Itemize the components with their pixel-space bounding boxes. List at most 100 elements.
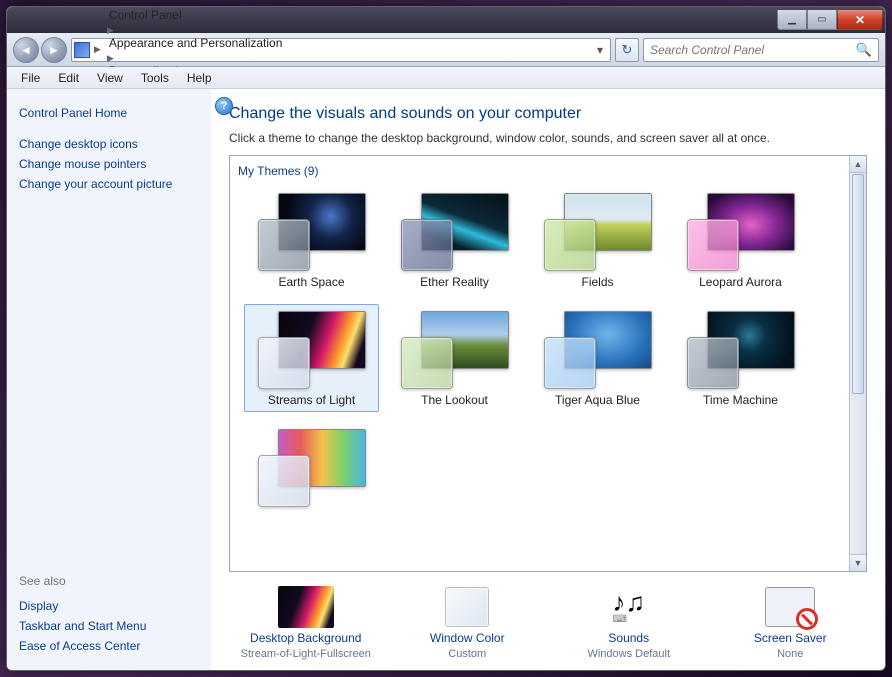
control-panel-home-link[interactable]: Control Panel Home [19,103,199,130]
theme-label: Time Machine [703,393,778,407]
main-panel: Change the visuals and sounds on your co… [211,89,885,670]
sidebar-link-change-your-account-picture[interactable]: Change your account picture [19,174,199,194]
setting-sounds[interactable]: ♪♫⌨ Sounds Windows Default [559,586,699,660]
chevron-icon: ▶ [105,25,116,35]
theme-thumbnail [401,193,509,271]
theme-thumbnail [401,311,509,389]
theme-label: Earth Space [278,275,344,289]
breadcrumb-appearance-and-personalization[interactable]: Appearance and Personalization [105,36,286,50]
back-button[interactable]: ◄ [13,37,39,63]
theme-thumbnail [687,311,795,389]
minimize-button[interactable]: ▁ [777,10,807,30]
search-input[interactable] [650,43,856,57]
theme-label: Fields [581,275,613,289]
window-color-preview [401,337,453,389]
window-color-preview [401,219,453,271]
sounds-icon: ♪♫⌨ [601,586,657,628]
breadcrumb-control-panel[interactable]: Control Panel [105,8,286,22]
setting-value: Custom [448,648,486,660]
see-also-taskbar-and-start-menu[interactable]: Taskbar and Start Menu [19,616,199,636]
content-body: ? Control Panel Home Change desktop icon… [7,89,885,670]
help-icon: ? [221,100,228,112]
theme-ether-reality[interactable]: Ether Reality [387,186,522,294]
close-button[interactable]: ✕ [837,10,883,30]
window-color-preview [544,337,596,389]
sidebar: ? Control Panel Home Change desktop icon… [7,89,211,670]
sidebar-link-change-mouse-pointers[interactable]: Change mouse pointers [19,154,199,174]
chevron-icon: ▶ [105,53,116,63]
theme-leopard-aurora[interactable]: Leopard Aurora [673,186,808,294]
refresh-button[interactable]: ↻ [615,38,639,62]
theme-thumbnail [544,311,652,389]
help-button[interactable]: ? [215,97,233,115]
back-icon: ◄ [20,43,32,57]
page-title: Change the visuals and sounds on your co… [229,105,867,123]
theme-time-machine[interactable]: Time Machine [673,304,808,412]
theme-thumbnail [258,311,366,389]
themes-frame: My Themes (9) Earth Space Ether Reality Fi… [229,155,867,572]
setting-label: Sounds [608,631,649,645]
theme-label: Streams of Light [268,393,355,407]
bg-icon [278,586,334,628]
see-also-ease-of-access-center[interactable]: Ease of Access Center [19,636,199,656]
menu-tools[interactable]: Tools [133,69,177,87]
theme-thumbnail [258,193,366,271]
setting-label: Screen Saver [754,631,827,645]
theme-fields[interactable]: Fields [530,186,665,294]
theme-label: Ether Reality [420,275,489,289]
menu-file[interactable]: File [13,69,48,87]
theme-earth-space[interactable]: Earth Space [244,186,379,294]
window-color-preview [258,455,310,507]
theme-label: The Lookout [421,393,488,407]
theme-thumbnail [258,429,366,507]
see-also-heading: See also [19,571,199,592]
theme-untitled[interactable] [244,422,379,516]
scroll-down-button[interactable]: ▼ [850,554,866,571]
search-icon: 🔍 [856,42,872,58]
menu-edit[interactable]: Edit [50,69,87,87]
address-dropdown[interactable]: ▾ [592,43,608,57]
scrollbar[interactable]: ▲ ▼ [849,156,866,571]
page-subtitle: Click a theme to change the desktop back… [229,131,867,145]
theme-the-lookout[interactable]: The Lookout [387,304,522,412]
theme-tiger-aqua-blue[interactable]: Tiger Aqua Blue [530,304,665,412]
setting-label: Window Color [430,631,505,645]
personalization-window: ▁ ▭ ✕ ◄ ► ▶ Control Panel▶Appearance and… [6,6,886,671]
setting-desktop-background[interactable]: Desktop BackgroundStream-of-Light-Fullsc… [236,586,376,660]
setting-value: Windows Default [587,648,670,660]
theme-streams-of-light[interactable]: Streams of Light [244,304,379,412]
scroll-thumb[interactable] [852,174,864,394]
setting-window-color[interactable]: Window Color Custom [397,586,537,660]
navigation-bar: ◄ ► ▶ Control Panel▶Appearance and Perso… [7,33,885,67]
minimize-icon: ▁ [788,14,796,25]
window-color-preview [258,219,310,271]
saver-icon [762,586,818,628]
close-icon: ✕ [855,13,865,27]
sidebar-link-change-desktop-icons[interactable]: Change desktop icons [19,134,199,154]
address-bar[interactable]: ▶ Control Panel▶Appearance and Personali… [71,38,611,62]
forward-button[interactable]: ► [41,37,67,63]
maximize-icon: ▭ [817,14,826,25]
see-also-display[interactable]: Display [19,596,199,616]
menu-view[interactable]: View [89,69,131,87]
menu-help[interactable]: Help [179,69,220,87]
scroll-up-button[interactable]: ▲ [850,156,866,173]
theme-label: Leopard Aurora [699,275,782,289]
themes-list: Earth Space Ether Reality Fields Leopard Au… [238,186,858,516]
themes-group-header: My Themes (9) [238,162,858,186]
settings-row: Desktop BackgroundStream-of-Light-Fullsc… [229,572,867,660]
refresh-icon: ↻ [622,42,633,58]
setting-screen-saver[interactable]: Screen SaverNone [720,586,860,660]
maximize-button[interactable]: ▭ [807,10,837,30]
menu-bar: FileEditViewToolsHelp [7,67,885,89]
window-color-preview [258,337,310,389]
setting-label: Desktop Background [250,631,361,645]
color-icon [439,586,495,628]
theme-label: Tiger Aqua Blue [555,393,640,407]
window-color-preview [687,337,739,389]
window-color-preview [687,219,739,271]
caption-buttons: ▁ ▭ ✕ [777,10,883,30]
theme-thumbnail [544,193,652,271]
chevron-icon: ▶ [92,44,103,55]
search-box[interactable]: 🔍 [643,38,879,62]
